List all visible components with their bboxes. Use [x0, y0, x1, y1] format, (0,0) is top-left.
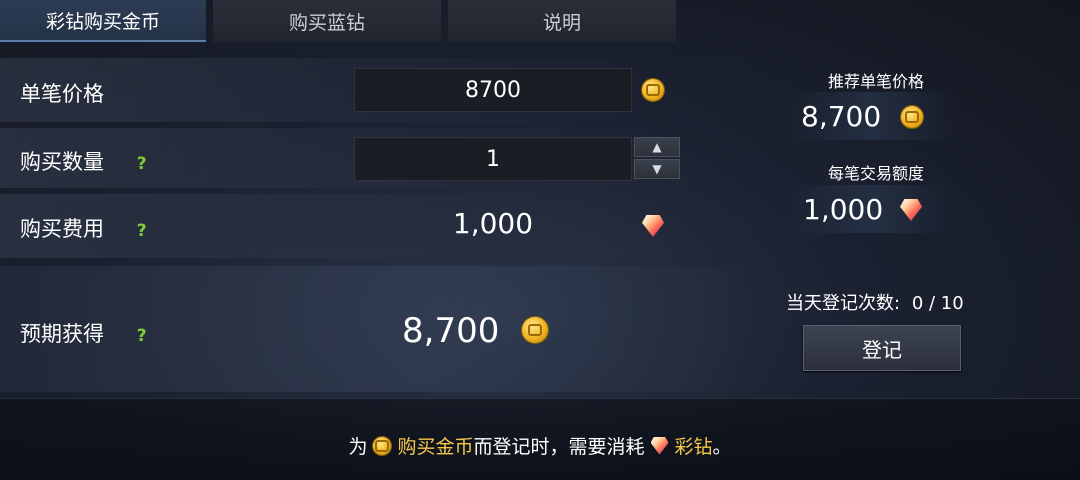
note-highlight-buy-gold: 购买金币: [397, 436, 474, 458]
gold-coin-icon: [901, 106, 923, 128]
quantity-decrease-button[interactable]: ▼: [634, 159, 680, 179]
quantity-label: 购买数量: [20, 150, 104, 174]
cost-label-wrap: 购买费用 ?: [20, 213, 147, 243]
note-highlight-color-diamond: 彩钻: [674, 436, 713, 458]
register-count: 当天登记次数: 0 / 10: [786, 289, 964, 315]
tab-buy-gold[interactable]: 彩钻购买金币: [0, 0, 206, 42]
register-button[interactable]: 登记: [803, 325, 961, 371]
tab-label: 说明: [542, 11, 581, 34]
expected-label-wrap: 预期获得 ?: [20, 318, 147, 348]
note-prefix: 为: [348, 436, 368, 458]
quantity-help-icon[interactable]: ?: [137, 154, 147, 174]
expected-label: 预期获得: [20, 322, 104, 346]
tab-buy-blue-diamond[interactable]: 购买蓝钻: [213, 0, 441, 42]
chevron-up-icon: ▲: [652, 140, 662, 154]
instruction-note: 为 购买金币 而登记时，需要消耗 彩钻 。: [0, 432, 1080, 459]
register-button-label: 登记: [862, 337, 902, 362]
cost-label: 购买费用: [20, 217, 104, 241]
register-count-value: 0 / 10: [911, 293, 964, 314]
note-suffix: 。: [712, 436, 732, 458]
quantity-input[interactable]: 1: [354, 137, 632, 181]
cost-value: 1,000: [452, 207, 534, 240]
tab-label: 彩钻购买金币: [45, 10, 160, 33]
quantity-label-wrap: 购买数量 ?: [20, 146, 147, 176]
color-diamond-icon: [650, 436, 669, 455]
register-count-label: 当天登记次数:: [786, 293, 901, 314]
unit-price-label: 单笔价格: [20, 82, 104, 106]
gold-coin-icon: [642, 79, 664, 101]
recommended-price-value: 8,700: [801, 100, 882, 133]
trade-limit-value: 1,000: [803, 193, 884, 226]
quantity-increase-button[interactable]: ▲: [634, 137, 680, 157]
expected-value: 8,700: [402, 311, 500, 351]
expected-help-icon[interactable]: ?: [137, 326, 147, 346]
unit-price-input[interactable]: 8700: [354, 68, 632, 112]
cost-help-icon[interactable]: ?: [137, 221, 147, 241]
tab-instructions[interactable]: 说明: [448, 0, 676, 42]
tab-label: 购买蓝钻: [288, 11, 365, 34]
chevron-down-icon: ▼: [652, 162, 662, 176]
gold-coin-icon: [522, 317, 548, 343]
recommended-price-title: 推荐单笔价格: [828, 72, 925, 91]
note-middle: 而登记时，需要消耗: [473, 436, 645, 458]
gold-coin-icon: [373, 436, 392, 455]
trade-limit-title: 每笔交易额度: [828, 164, 925, 183]
